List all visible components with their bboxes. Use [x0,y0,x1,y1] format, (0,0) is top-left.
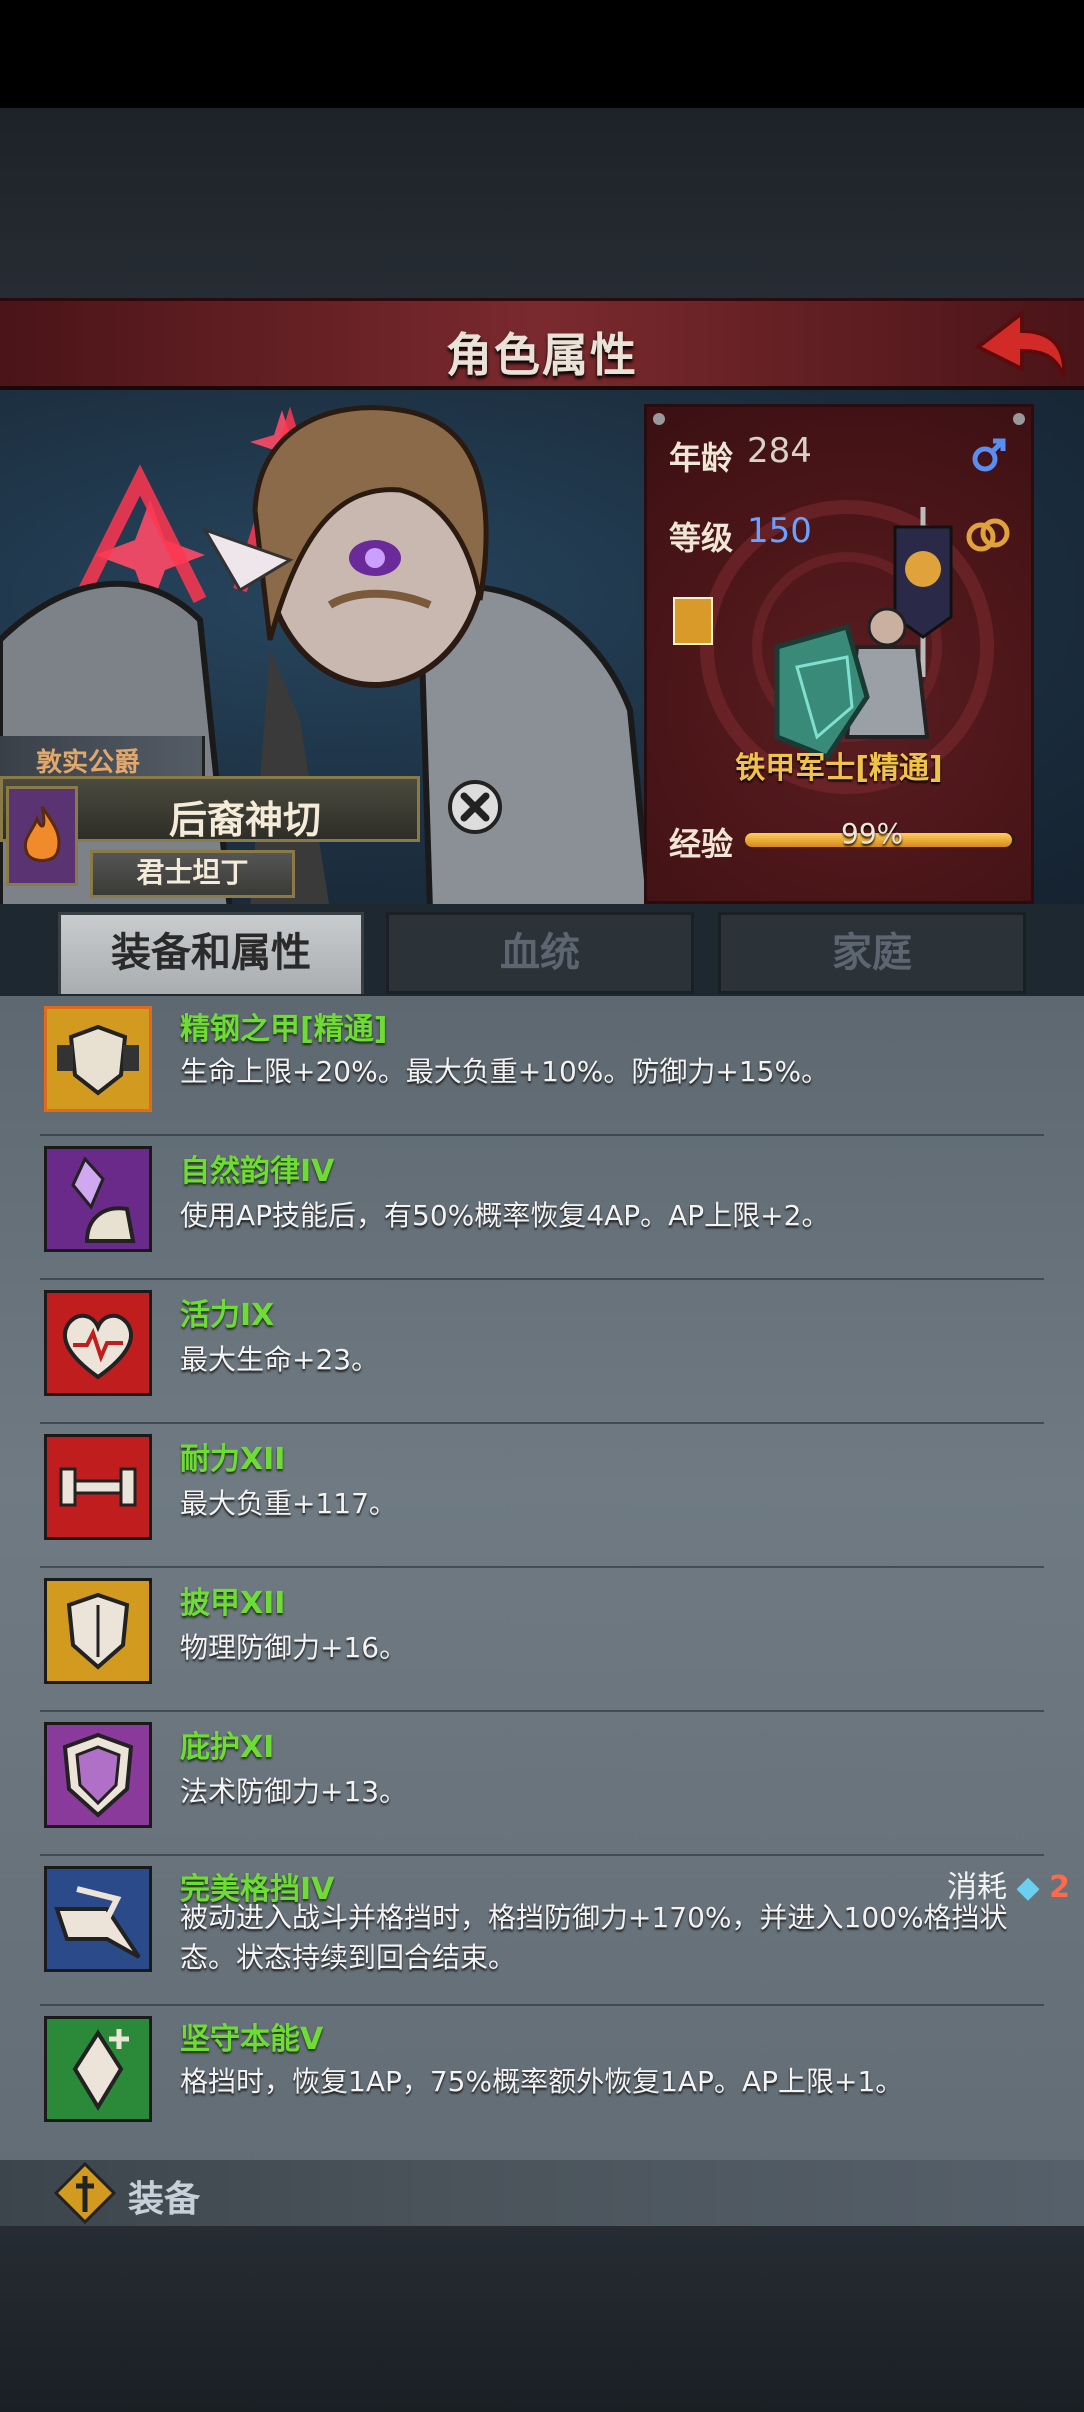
list-item[interactable]: 完美格挡IV 消耗 ◆ 2 被动进入战斗并格挡时，格挡防御力+170%，并进入1… [0,1856,1084,2006]
rank-star-icon[interactable] [673,597,713,645]
age-label: 年龄 [669,439,734,477]
item-name: 自然韵律IV [180,1154,335,1189]
item-name: 坚守本能V [180,2022,324,2057]
item-name: 精钢之甲[精通] [180,1012,388,1047]
exp-percent: 99% [841,817,904,850]
item-name: 耐力XII [180,1442,286,1477]
ring-icon[interactable] [963,515,1013,555]
equipment-label: 装备 [128,2179,201,2220]
tab-label: 血统 [500,930,580,976]
equipment-section-header[interactable]: 装备 [0,2160,1084,2226]
character-class: 君士坦丁 [136,856,249,889]
list-item[interactable]: 耐力XII 最大负重+117。 [0,1424,1084,1568]
magic-shield-icon [44,1722,152,1828]
male-icon [972,438,1006,472]
item-desc: 生命上限+20%。最大负重+10%。防御力+15%。 [180,1055,830,1088]
list-item[interactable]: 坚守本能V 格挡时，恢复1AP，75%概率额外恢复1AP。AP上限+1。 [0,2006,1084,2150]
cross-icon [54,2162,116,2224]
item-desc: 最大负重+117。 [180,1487,397,1520]
page-title: 角色属性 [446,328,638,382]
rivet [1013,413,1025,425]
close-button[interactable] [448,780,502,834]
age-value: 284 [747,431,812,471]
title-badge: 敦实公爵 [0,736,205,778]
steel-armor-icon [44,1006,152,1112]
tab-bar: 装备和属性 血统 家庭 [0,904,1084,996]
list-item[interactable]: 精钢之甲[精通] 生命上限+20%。最大负重+10%。防御力+15%。 [0,996,1084,1136]
back-button[interactable] [970,305,1070,389]
character-name: 后裔神切 [169,798,322,842]
item-desc: 最大生命+23。 [180,1343,380,1376]
item-desc: 格挡时，恢复1AP，75%概率额外恢复1AP。AP上限+1。 [180,2065,904,2098]
level-label: 等级 [669,519,734,557]
parry-icon [44,1866,152,1972]
crystal-icon [44,2016,152,2122]
item-desc: 被动进入战斗并格挡时，格挡防御力+170%，并进入100%格挡状态。状态持续到回… [180,1901,1008,1974]
class-plate: 君士坦丁 [90,850,295,898]
unit-name: 铁甲军士[精通] [735,751,943,786]
back-arrow-icon [974,308,1067,378]
bottom-background [0,2226,1084,2412]
title-badge-text: 敦实公爵 [36,748,141,778]
item-desc: 物理防御力+16。 [180,1631,408,1664]
close-icon [460,792,490,822]
item-name: 活力IX [180,1298,275,1333]
item-desc: 法术防御力+13。 [180,1775,408,1808]
shield-icon [44,1578,152,1684]
tab-equipment-attributes[interactable]: 装备和属性 [58,912,364,994]
tab-family[interactable]: 家庭 [718,912,1026,994]
item-desc: 使用AP技能后，有50%概率恢复4AP。AP上限+2。 [180,1199,830,1232]
tab-bloodline[interactable]: 血统 [386,912,694,994]
status-bar-area [0,0,1084,108]
list-item[interactable]: 自然韵律IV 使用AP技能后，有50%概率恢复4AP。AP上限+2。 [0,1136,1084,1280]
natural-rhythm-icon [44,1146,152,1252]
rivet [653,413,665,425]
exp-label: 经验 [669,825,734,863]
level-value: 150 [747,511,812,551]
tab-label: 装备和属性 [111,930,311,976]
heart-icon [44,1290,152,1396]
info-panel: 年龄 284 等级 150 铁甲军士[精通] 经验 99% [644,404,1034,904]
top-background [0,108,1084,298]
list-item[interactable]: 披甲XII 物理防御力+16。 [0,1568,1084,1712]
list-item[interactable]: 庇护XI 法术防御力+13。 [0,1712,1084,1856]
faction-flame-icon [6,786,78,886]
item-name: 庇护XI [180,1730,275,1765]
attributes-list[interactable]: 精钢之甲[精通] 生命上限+20%。最大负重+10%。防御力+15%。 自然韵律… [0,996,1084,2226]
header-bar: 角色属性 [0,298,1084,390]
list-item[interactable]: 活力IX 最大生命+23。 [0,1280,1084,1424]
dumbbell-icon [44,1434,152,1540]
tab-label: 家庭 [832,930,912,976]
item-name: 披甲XII [180,1586,286,1621]
